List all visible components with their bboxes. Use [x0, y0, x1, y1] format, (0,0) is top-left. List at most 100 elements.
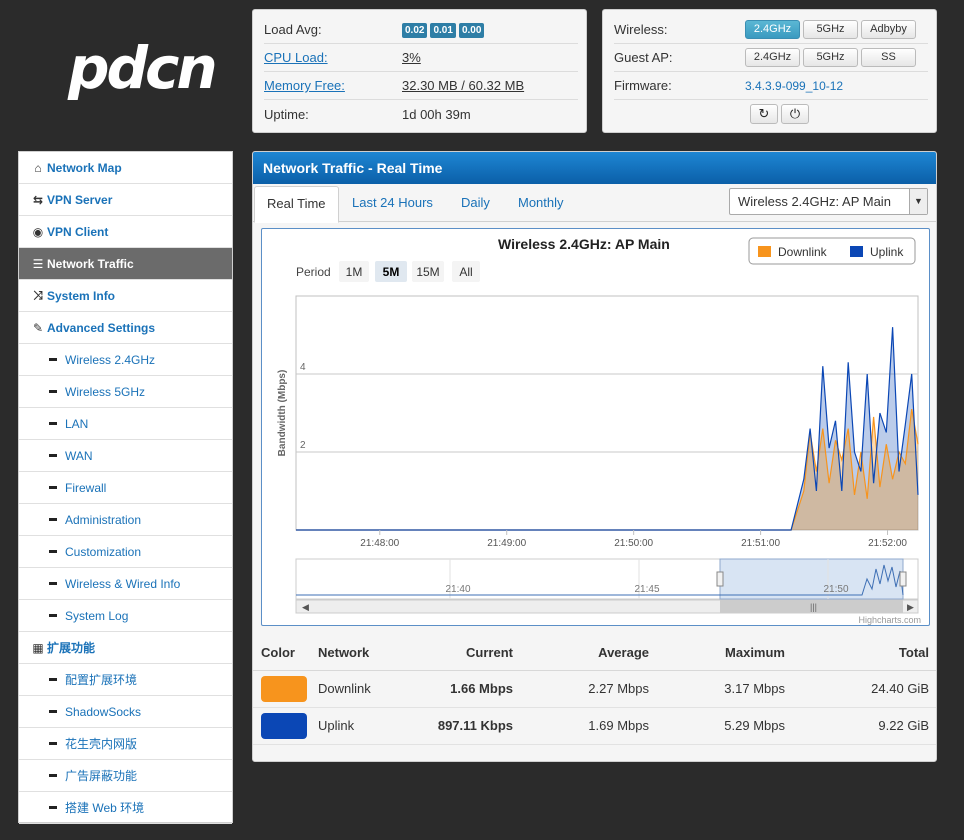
col-network: Network — [316, 635, 416, 671]
sidebar-item-label: VPN Server — [47, 192, 113, 207]
sidebar-subitem-lan[interactable]: LAN — [19, 408, 232, 440]
sidebar-subitem-label: 广告屏蔽功能 — [65, 769, 138, 783]
average-cell: 1.69 Mbps — [522, 707, 658, 745]
sidebar-subitem-ext-0[interactable]: 配置扩展环境 — [19, 664, 232, 696]
color-cell — [253, 670, 316, 708]
sidebar-item-label: 扩展功能 — [47, 641, 96, 655]
legend-uplink-label: Uplink — [870, 245, 904, 259]
brand-logo: pdcn — [68, 34, 218, 102]
sidebar-item-extensions[interactable]: ▦ 扩展功能 — [19, 632, 232, 664]
sidebar-item-system-info[interactable]: ⤨ System Info — [19, 280, 232, 312]
list-icon: ☰ — [32, 256, 44, 271]
sidebar-nav: ⌂ Network Map ⇆ VPN Server ◉ VPN Client ☰ Netwo… — [18, 151, 233, 824]
sidebar-subitem-ext-2[interactable]: 花生壳内网版 — [19, 728, 232, 760]
traffic-tabs: Real Time Last 24 Hours Daily Monthly Wi… — [253, 184, 936, 223]
wireless-5ghz-button[interactable]: 5GHz — [803, 20, 858, 39]
sidebar-subitem-label: LAN — [65, 416, 89, 431]
scroll-right-icon: ▶ — [907, 602, 914, 612]
sidebar-subitem-wan[interactable]: WAN — [19, 440, 232, 472]
interface-select[interactable]: Wireless 2.4GHz: AP Main ▼ — [729, 188, 928, 215]
sidebar-item-network-traffic[interactable]: ☰ Network Traffic — [19, 248, 232, 280]
sidebar-item-label: Network Traffic — [47, 256, 134, 271]
sidebar-item-network-map[interactable]: ⌂ Network Map — [19, 152, 232, 184]
cpu-load-link[interactable]: CPU Load: — [264, 50, 402, 65]
globe-icon: ◉ — [32, 224, 44, 239]
retweet-icon: ⇆ — [32, 192, 44, 207]
dash-icon — [49, 358, 57, 361]
adbyby-button[interactable]: Adbyby — [861, 20, 916, 39]
y-tick-label: 4 — [300, 362, 306, 373]
col-average: Average — [522, 635, 658, 671]
x-tick-label: 21:48:00 — [360, 538, 399, 549]
sidebar-item-label: Network Map — [47, 160, 122, 175]
sidebar-subitem-system-log[interactable]: System Log — [19, 600, 232, 632]
sidebar-subitem-administration[interactable]: Administration — [19, 504, 232, 536]
traffic-stats: Color Network Current Average Maximum To… — [253, 635, 936, 745]
tab-last-24-hours[interactable]: Last 24 Hours — [340, 186, 445, 223]
sidebar-item-label: VPN Client — [47, 224, 109, 239]
col-total: Total — [794, 635, 936, 671]
average-cell: 2.27 Mbps — [522, 670, 658, 708]
load-avg-5: 0.01 — [430, 23, 456, 38]
sidebar-item-vpn-server[interactable]: ⇆ VPN Server — [19, 184, 232, 216]
y-axis-label: Bandwidth (Mbps) — [277, 370, 288, 457]
sidebar-subitem-wireless-5ghz[interactable]: Wireless 5GHz — [19, 376, 232, 408]
chevron-down-icon: ▼ — [909, 189, 927, 214]
maximum-cell: 3.17 Mbps — [658, 670, 794, 708]
memory-row: Memory Free: 32.30 MB / 60.32 MB — [264, 72, 578, 100]
wireless-24ghz-button[interactable]: 2.4GHz — [745, 20, 800, 39]
current-cell: 1.66 Mbps — [416, 670, 522, 708]
tab-monthly[interactable]: Monthly — [506, 186, 576, 223]
ss-button[interactable]: SS — [861, 48, 916, 67]
guest-24ghz-button[interactable]: 2.4GHz — [745, 48, 800, 67]
actions-row: ↻ ⏻ — [614, 100, 928, 128]
sidebar-subitem-wireless-wired-info[interactable]: Wireless & Wired Info — [19, 568, 232, 600]
col-maximum: Maximum — [658, 635, 794, 671]
dash-icon — [49, 454, 57, 457]
sidebar-subitem-customization[interactable]: Customization — [19, 536, 232, 568]
x-tick-label: 21:50:00 — [614, 538, 653, 549]
memory-free-link[interactable]: Memory Free: — [264, 78, 402, 93]
load-avg-1: 0.02 — [402, 23, 428, 38]
total-cell: 9.22 GiB — [794, 707, 936, 745]
y-tick-label: 2 — [300, 440, 306, 451]
wrench-icon: ✎ — [32, 320, 44, 335]
refresh-icon[interactable]: ↻ — [750, 104, 778, 124]
uptime-value: 1d 00h 39m — [402, 106, 471, 122]
total-cell: 24.40 GiB — [794, 670, 936, 708]
tab-daily[interactable]: Daily — [449, 186, 502, 223]
sidebar-subitem-label: Customization — [65, 544, 142, 559]
sidebar-subitem-ext-1[interactable]: ShadowSocks — [19, 696, 232, 728]
dash-icon — [49, 486, 57, 489]
dash-icon — [49, 550, 57, 553]
sidebar-subitem-firewall[interactable]: Firewall — [19, 472, 232, 504]
dash-icon — [49, 774, 57, 777]
stats-row-uplink: Uplink 897.11 Kbps 1.69 Mbps 5.29 Mbps 9.22 … — [253, 707, 936, 745]
guest-5ghz-button[interactable]: 5GHz — [803, 48, 858, 67]
sidebar-subitem-ext-4[interactable]: 搭建 Web 环境 — [19, 792, 232, 824]
color-swatch — [261, 675, 307, 702]
interface-select-value: Wireless 2.4GHz: AP Main — [738, 194, 891, 209]
wireless-row: Wireless: 2.4GHz 5GHz Adbyby — [614, 16, 928, 44]
firmware-version-link[interactable]: 3.4.3.9-099_10-12 — [745, 79, 843, 93]
cpu-row: CPU Load: 3% — [264, 44, 578, 72]
sidebar-item-vpn-client[interactable]: ◉ VPN Client — [19, 216, 232, 248]
panel-title: Network Traffic - Real Time — [253, 152, 936, 184]
sidebar-subitem-ext-3[interactable]: 广告屏蔽功能 — [19, 760, 232, 792]
stats-row-downlink: Downlink 1.66 Mbps 2.27 Mbps 3.17 Mbps 24.40… — [253, 670, 936, 708]
tab-real-time[interactable]: Real Time — [254, 186, 339, 223]
dash-icon — [49, 518, 57, 521]
navigator-tick-label: 21:45 — [634, 584, 659, 595]
navigator-handle-left — [716, 571, 724, 587]
power-icon[interactable]: ⏻ — [781, 104, 809, 124]
sidebar-subitem-label: ShadowSocks — [65, 704, 142, 719]
dash-icon — [49, 678, 57, 681]
sidebar-subitem-label: Wireless 5GHz — [65, 384, 146, 399]
sidebar-item-advanced-settings[interactable]: ✎ Advanced Settings — [19, 312, 232, 344]
dash-icon — [49, 582, 57, 585]
sidebar-subitem-wireless-2-4ghz[interactable]: Wireless 2.4GHz — [19, 344, 232, 376]
traffic-chart: Wireless 2.4GHz: AP Main Period 1M 5M 15M All… — [261, 228, 930, 626]
dash-icon — [49, 742, 57, 745]
guest-ap-row: Guest AP: 2.4GHz 5GHz SS — [614, 44, 928, 72]
col-color: Color — [253, 635, 316, 671]
